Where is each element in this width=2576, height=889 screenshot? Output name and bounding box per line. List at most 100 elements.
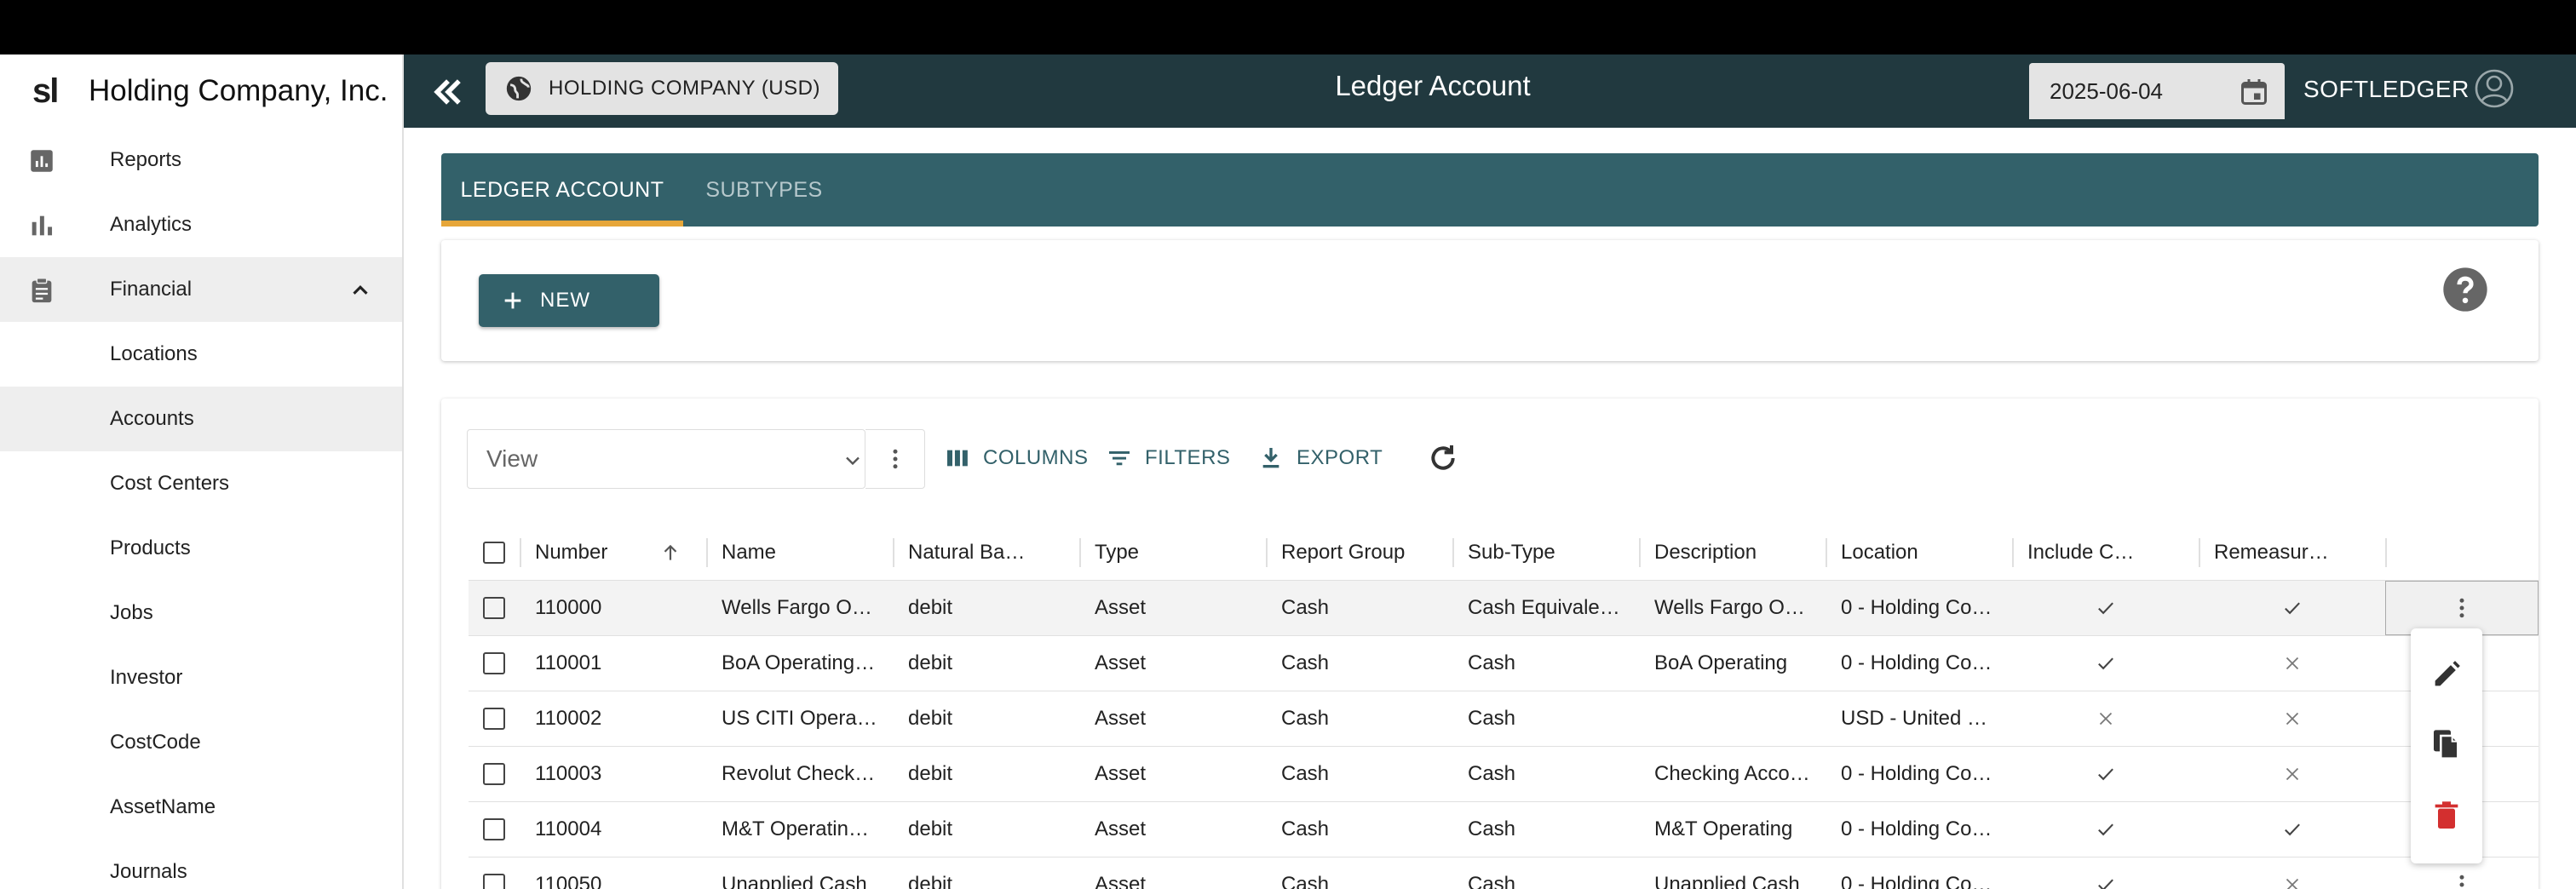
cell-remeasure <box>2199 802 2385 857</box>
edit-icon[interactable] <box>2429 657 2464 691</box>
column-header-description[interactable]: Description <box>1639 525 1826 580</box>
sidebar-item-label: CostCode <box>110 731 201 754</box>
column-header-number[interactable]: Number <box>520 525 706 580</box>
filters-button[interactable]: FILTERS <box>1106 441 1230 475</box>
bar-chart-icon <box>32 215 53 236</box>
sidebar-item-reports[interactable]: Reports <box>0 128 402 192</box>
cell-sub-type: Cash <box>1468 762 1516 785</box>
columns-button[interactable]: COLUMNS <box>944 441 1089 475</box>
table-header-row: Number Name Natural Ba… Type Report Grou… <box>469 525 2539 581</box>
cell-number: 110000 <box>535 596 602 619</box>
sidebar-item-label: Financial <box>110 278 193 301</box>
sidebar-subitem-accounts[interactable]: Accounts <box>0 387 402 451</box>
view-select[interactable]: View <box>467 429 865 489</box>
cell-type: Asset <box>1095 596 1147 619</box>
view-select-value: View <box>486 445 538 472</box>
sidebar: sl Holding Company, Inc. Reports Analyti… <box>0 54 404 889</box>
cell-remeasure <box>2199 747 2385 801</box>
cell-description: BoA Operating <box>1654 651 1788 674</box>
sort-ascending-icon[interactable] <box>659 542 681 564</box>
calendar-icon[interactable] <box>2239 77 2269 107</box>
cell-type: Asset <box>1095 817 1147 840</box>
close-icon <box>2281 708 2303 730</box>
table-row[interactable]: 110050 Unapplied Cash debit Asset Cash Cash Un… <box>469 857 2539 889</box>
sidebar-item-label: Journals <box>110 860 187 883</box>
filter-icon <box>1109 451 1130 466</box>
refresh-icon[interactable] <box>1426 441 1460 475</box>
table-row[interactable]: 110000 Wells Fargo O… debit Asset Cash Cash E… <box>469 581 2539 636</box>
sidebar-subitem-jobs[interactable]: Jobs <box>0 581 402 645</box>
sidebar-item-label: Reports <box>110 148 182 171</box>
cell-number: 110004 <box>535 817 602 840</box>
tab-ledger-account[interactable]: LEDGER ACCOUNT <box>441 153 683 227</box>
check-icon <box>2280 596 2304 620</box>
copy-icon[interactable] <box>2429 727 2464 761</box>
user-name[interactable]: SOFTLEDGER <box>2303 76 2470 103</box>
sidebar-subitem-assetname[interactable]: AssetName <box>0 775 402 840</box>
table-body: 110000 Wells Fargo O… debit Asset Cash Cash E… <box>469 581 2539 889</box>
sidebar-subitem-investor[interactable]: Investor <box>0 645 402 710</box>
cell-include <box>2012 691 2199 746</box>
check-icon <box>2094 873 2118 889</box>
new-button[interactable]: NEW <box>479 274 659 327</box>
column-header-remeasure[interactable]: Remeasur… <box>2199 525 2385 580</box>
cell-name: US CITI Opera… <box>722 707 877 730</box>
row-checkbox[interactable] <box>469 691 520 746</box>
view-more-button[interactable] <box>865 429 925 489</box>
row-actions-menu <box>2411 628 2482 863</box>
table-row[interactable]: 110003 Revolut Check… debit Asset Cash Cash Ch… <box>469 747 2539 802</box>
column-header-type[interactable]: Type <box>1079 525 1266 580</box>
sidebar-item-label: Accounts <box>110 407 194 430</box>
cell-report-group: Cash <box>1281 817 1330 840</box>
cell-sub-type: Cash <box>1468 707 1516 730</box>
row-checkbox[interactable] <box>469 857 520 889</box>
ledger-account-table: Number Name Natural Ba… Type Report Grou… <box>469 525 2539 889</box>
cell-name: Revolut Check… <box>722 762 876 785</box>
date-picker-field[interactable]: 2025-06-04 <box>2029 63 2285 119</box>
sidebar-item-label: Investor <box>110 666 183 689</box>
sidebar-subitem-cost-centers[interactable]: Cost Centers <box>0 451 402 516</box>
user-avatar-icon[interactable] <box>2474 68 2515 109</box>
table-row[interactable]: 110001 BoA Operating… debit Asset Cash Cash Bo… <box>469 636 2539 691</box>
cell-sub-type: Cash Equivale… <box>1468 596 1620 619</box>
column-header-report-group[interactable]: Report Group <box>1266 525 1452 580</box>
cell-number: 110050 <box>535 873 602 889</box>
column-header-name[interactable]: Name <box>706 525 893 580</box>
column-header-sub-type[interactable]: Sub-Type <box>1452 525 1639 580</box>
row-checkbox[interactable] <box>469 581 520 635</box>
sidebar-subitem-locations[interactable]: Locations <box>0 322 402 387</box>
row-checkbox[interactable] <box>469 747 520 801</box>
app-header: HOLDING COMPANY (USD) Ledger Account 202… <box>404 54 2576 128</box>
cell-description <box>1639 691 1826 746</box>
table-row[interactable]: 110004 M&T Operatin… debit Asset Cash Cash M&T… <box>469 802 2539 857</box>
chevron-up-icon[interactable] <box>348 278 373 303</box>
select-all-checkbox[interactable] <box>469 525 520 580</box>
table-row[interactable]: 110002 US CITI Opera… debit Asset Cash Cash US… <box>469 691 2539 747</box>
cell-type: Asset <box>1095 707 1147 730</box>
sidebar-subitem-costcode[interactable]: CostCode <box>0 710 402 775</box>
sidebar-subitem-products[interactable]: Products <box>0 516 402 581</box>
cell-sub-type: Cash <box>1468 873 1516 889</box>
delete-icon[interactable] <box>2429 799 2464 833</box>
cell-report-group: Cash <box>1281 762 1330 785</box>
actions-card: NEW <box>441 240 2539 361</box>
cell-report-group: Cash <box>1281 651 1330 674</box>
cell-report-group: Cash <box>1281 873 1330 889</box>
tab-subtypes[interactable]: SUBTYPES <box>683 153 845 227</box>
row-checkbox[interactable] <box>469 802 520 857</box>
brand[interactable]: sl Holding Company, Inc. <box>0 54 402 128</box>
cell-location: 0 - Holding Co… <box>1841 596 1992 619</box>
cell-natural-balance: debit <box>908 707 953 730</box>
row-actions-button[interactable] <box>2385 581 2539 635</box>
sidebar-item-financial[interactable]: Financial <box>0 257 402 322</box>
help-icon[interactable] <box>2441 266 2489 313</box>
sidebar-item-analytics[interactable]: Analytics <box>0 192 402 257</box>
sidebar-subitem-journals[interactable]: Journals <box>0 840 402 889</box>
cell-name: Wells Fargo O… <box>722 596 872 619</box>
export-button[interactable]: EXPORT <box>1257 441 1383 475</box>
column-header-location[interactable]: Location <box>1826 525 2012 580</box>
column-header-include[interactable]: Include C… <box>2012 525 2199 580</box>
row-checkbox[interactable] <box>469 636 520 691</box>
column-header-natural-balance[interactable]: Natural Ba… <box>893 525 1079 580</box>
data-grid-card: View COLUMNS FILTERS EXPORT Number Name … <box>441 399 2539 889</box>
